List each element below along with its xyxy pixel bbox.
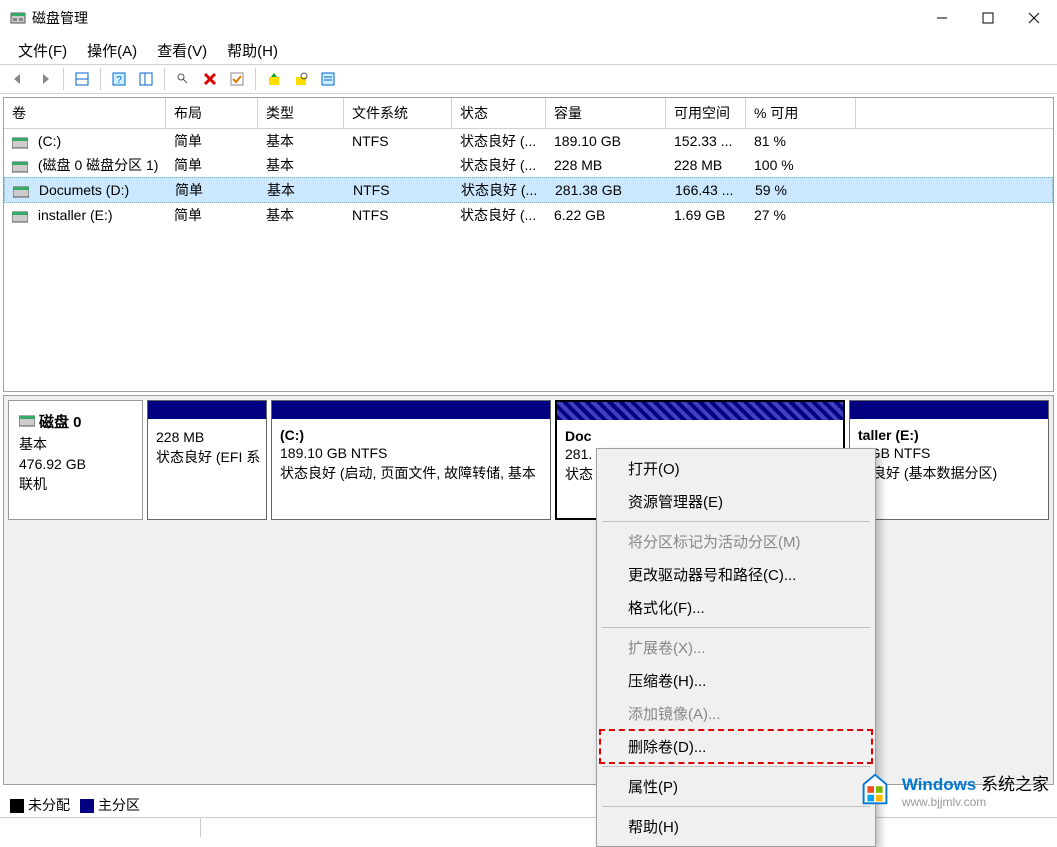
cm-format[interactable]: 格式化(F)... — [600, 591, 872, 624]
cm-open[interactable]: 打开(O) — [600, 452, 872, 485]
cm-help[interactable]: 帮助(H) — [600, 810, 872, 843]
watermark-icon — [856, 771, 894, 809]
toolbar: ? — [0, 64, 1057, 94]
col-pct[interactable]: % 可用 — [746, 98, 856, 128]
menu-view[interactable]: 查看(V) — [149, 38, 215, 63]
toolbar-view2[interactable] — [134, 67, 158, 91]
cm-add-mirror: 添加镜像(A)... — [600, 697, 872, 730]
window-title: 磁盘管理 — [32, 8, 919, 28]
cm-mark-active: 将分区标记为活动分区(M) — [600, 525, 872, 558]
toolbar-check-icon[interactable] — [225, 67, 249, 91]
menu-action[interactable]: 操作(A) — [79, 38, 145, 63]
col-layout[interactable]: 布局 — [166, 98, 258, 128]
cm-shrink[interactable]: 压缩卷(H)... — [600, 664, 872, 697]
legend-unallocated-icon — [10, 799, 24, 813]
col-fs[interactable]: 文件系统 — [344, 98, 452, 128]
cm-delete-volume[interactable]: 删除卷(D)... — [600, 730, 872, 763]
volume-table: 卷 布局 类型 文件系统 状态 容量 可用空间 % 可用 (C:)简单基本NTF… — [3, 97, 1054, 392]
table-row[interactable]: (C:)简单基本NTFS状态良好 (...189.10 GB152.33 ...… — [4, 129, 1053, 153]
toolbar-icon-1[interactable] — [262, 67, 286, 91]
col-volume[interactable]: 卷 — [4, 98, 166, 128]
disk-row: 磁盘 0 基本 476.92 GB 联机 228 MB状态良好 (EFI 系(C… — [8, 400, 1049, 520]
back-button[interactable] — [6, 67, 30, 91]
svg-text:?: ? — [116, 75, 122, 86]
table-row[interactable]: installer (E:)简单基本NTFS状态良好 (...6.22 GB1.… — [4, 203, 1053, 227]
toolbar-delete-icon[interactable] — [198, 67, 222, 91]
table-row[interactable]: Documets (D:)简单基本NTFS状态良好 (...281.38 GB1… — [4, 177, 1053, 203]
col-status[interactable]: 状态 — [452, 98, 546, 128]
col-free[interactable]: 可用空间 — [666, 98, 746, 128]
cm-properties[interactable]: 属性(P) — [600, 770, 872, 803]
watermark: Windows 系统之家 www.bjjmlv.com — [856, 770, 1049, 809]
col-capacity[interactable]: 容量 — [546, 98, 666, 128]
close-button[interactable] — [1011, 0, 1057, 36]
titlebar: 磁盘管理 — [0, 0, 1057, 36]
toolbar-view1[interactable] — [70, 67, 94, 91]
col-type[interactable]: 类型 — [258, 98, 344, 128]
legend: 未分配 主分区 — [10, 795, 140, 815]
cm-change-letter[interactable]: 更改驱动器号和路径(C)... — [600, 558, 872, 591]
table-row[interactable]: (磁盘 0 磁盘分区 1)简单基本状态良好 (...228 MB228 MB10… — [4, 153, 1053, 177]
partition[interactable]: 228 MB状态良好 (EFI 系 — [147, 400, 267, 520]
disk-info[interactable]: 磁盘 0 基本 476.92 GB 联机 — [8, 400, 143, 520]
disk-graphical-view: 磁盘 0 基本 476.92 GB 联机 228 MB状态良好 (EFI 系(C… — [3, 395, 1054, 785]
maximize-button[interactable] — [965, 0, 1011, 36]
partition[interactable]: taller (E:)2 GB NTFS态良好 (基本数据分区) — [849, 400, 1049, 520]
menubar: 文件(F) 操作(A) 查看(V) 帮助(H) — [0, 36, 1057, 64]
app-icon — [10, 10, 26, 26]
toolbar-icon-2[interactable] — [289, 67, 313, 91]
cm-explorer[interactable]: 资源管理器(E) — [600, 485, 872, 518]
toolbar-properties-icon[interactable] — [316, 67, 340, 91]
disk-icon — [19, 414, 35, 430]
cm-extend: 扩展卷(X)... — [600, 631, 872, 664]
toolbar-settings-icon[interactable] — [171, 67, 195, 91]
minimize-button[interactable] — [919, 0, 965, 36]
table-header: 卷 布局 类型 文件系统 状态 容量 可用空间 % 可用 — [4, 98, 1053, 129]
forward-button[interactable] — [33, 67, 57, 91]
toolbar-help-icon[interactable]: ? — [107, 67, 131, 91]
menu-file[interactable]: 文件(F) — [10, 38, 75, 63]
context-menu: 打开(O) 资源管理器(E) 将分区标记为活动分区(M) 更改驱动器号和路径(C… — [596, 448, 876, 847]
statusbar — [0, 817, 1057, 837]
legend-primary-icon — [80, 799, 94, 813]
partition[interactable]: (C:)189.10 GB NTFS状态良好 (启动, 页面文件, 故障转储, … — [271, 400, 551, 520]
menu-help[interactable]: 帮助(H) — [219, 38, 286, 63]
